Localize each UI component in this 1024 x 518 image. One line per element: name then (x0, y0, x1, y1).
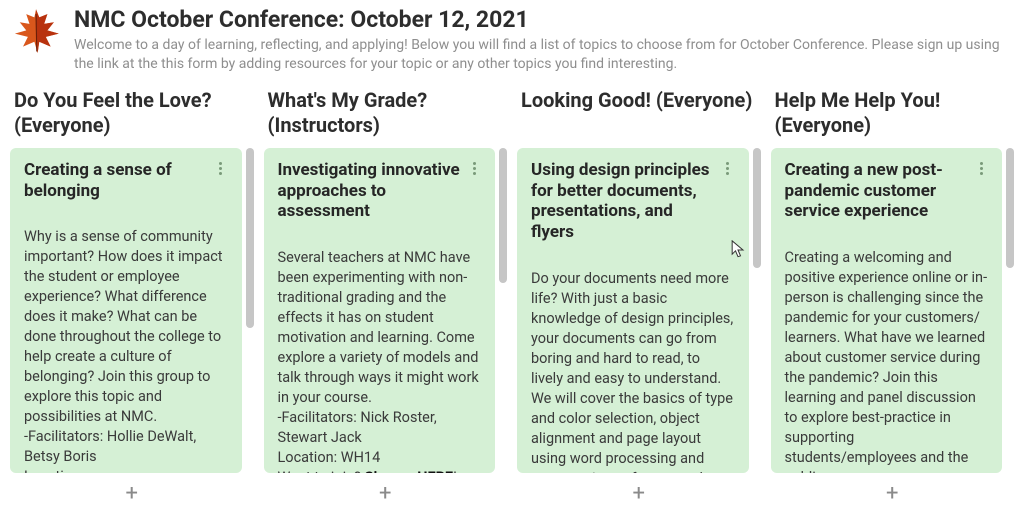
card-body-text: Do your documents need more life? With j… (531, 270, 733, 473)
scroll-thumb[interactable] (246, 148, 254, 328)
add-card-button[interactable]: + (116, 479, 148, 509)
card-menu-icon[interactable] (214, 160, 228, 175)
add-card-button[interactable]: + (623, 479, 655, 509)
signup-link[interactable]: Sign up HERE (365, 469, 454, 473)
card-body: Why is a sense of community important? H… (24, 207, 228, 473)
card-scrollbar[interactable] (1006, 148, 1014, 473)
scroll-thumb[interactable] (1006, 148, 1014, 268)
page-subtitle: Welcome to a day of learning, reflecting… (74, 36, 1010, 74)
board: Do You Feel the Love? (Everyone) Creatin… (0, 76, 1024, 509)
bang: ! (453, 469, 457, 473)
column-title: Do You Feel the Love? (Everyone) (10, 82, 254, 148)
card-title: Creating a new post-pandemic customer se… (785, 160, 969, 222)
card[interactable]: Investigating innovative approaches to a… (264, 148, 496, 473)
card-body: Do your documents need more life? With j… (531, 249, 735, 473)
card-menu-icon[interactable] (974, 160, 988, 175)
column-looking-good: Looking Good! (Everyone) Using design pr… (513, 82, 765, 509)
column-help-me: Help Me Help You! (Everyone) Creating a … (767, 82, 1019, 509)
card-menu-icon[interactable] (721, 160, 735, 175)
logo-maple-leaf-icon (10, 6, 62, 62)
scroll-thumb[interactable] (499, 148, 507, 283)
card-scrollbar[interactable] (499, 148, 507, 473)
card-scrollbar[interactable] (246, 148, 254, 473)
card-title: Investigating innovative approaches to a… (278, 160, 462, 222)
card-body-text: Creating a welcoming and positive experi… (785, 249, 988, 473)
card[interactable]: Creating a new post-pandemic customer se… (771, 148, 1003, 473)
scroll-thumb[interactable] (753, 148, 761, 268)
card-title: Using design principles for better docum… (531, 160, 715, 243)
card[interactable]: Using design principles for better docum… (517, 148, 749, 473)
page-title: NMC October Conference: October 12, 2021 (74, 6, 1010, 33)
card-title: Creating a sense of belonging (24, 160, 208, 201)
card-body-text: Why is a sense of community important? H… (24, 228, 223, 473)
column-love: Do You Feel the Love? (Everyone) Creatin… (6, 82, 258, 509)
column-grade: What's My Grade? (Instructors) Investiga… (260, 82, 512, 509)
card[interactable]: Creating a sense of belonging Why is a s… (10, 148, 242, 473)
card-body-text: Several teachers at NMC have been experi… (278, 249, 479, 473)
page-header: NMC October Conference: October 12, 2021… (0, 0, 1024, 76)
column-title: Looking Good! (Everyone) (517, 82, 761, 148)
card-body: Several teachers at NMC have been experi… (278, 228, 482, 473)
column-title: Help Me Help You! (Everyone) (771, 82, 1015, 148)
card-scrollbar[interactable] (753, 148, 761, 473)
add-card-button[interactable]: + (369, 479, 401, 509)
card-menu-icon[interactable] (467, 160, 481, 175)
add-card-button[interactable]: + (876, 479, 908, 509)
column-title: What's My Grade? (Instructors) (264, 82, 508, 148)
card-body: Creating a welcoming and positive experi… (785, 228, 989, 473)
